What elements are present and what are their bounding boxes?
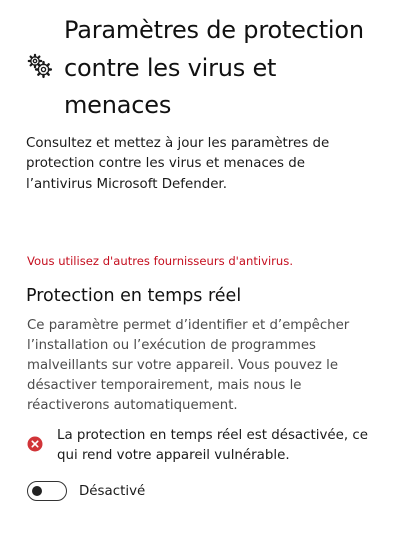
- realtime-protection-description: Ce paramètre permet d’identifier et d’em…: [27, 318, 350, 414]
- antivirus-warning: Vous utilisez d'autres fournisseurs d'an…: [27, 254, 294, 268]
- error-icon: [27, 436, 43, 452]
- page-description: Consultez et mettez à jour les paramètre…: [26, 136, 330, 192]
- page-title: Paramètres de protection contre les viru…: [64, 16, 364, 119]
- realtime-status-message: La protection en temps réel est désactiv…: [57, 428, 368, 464]
- gears-icon: [27, 53, 53, 79]
- toggle-state-label: Désactivé: [79, 484, 146, 499]
- realtime-protection-title: Protection en temps réel: [26, 286, 242, 306]
- toggle-knob: [31, 485, 42, 496]
- realtime-protection-toggle[interactable]: [27, 481, 67, 501]
